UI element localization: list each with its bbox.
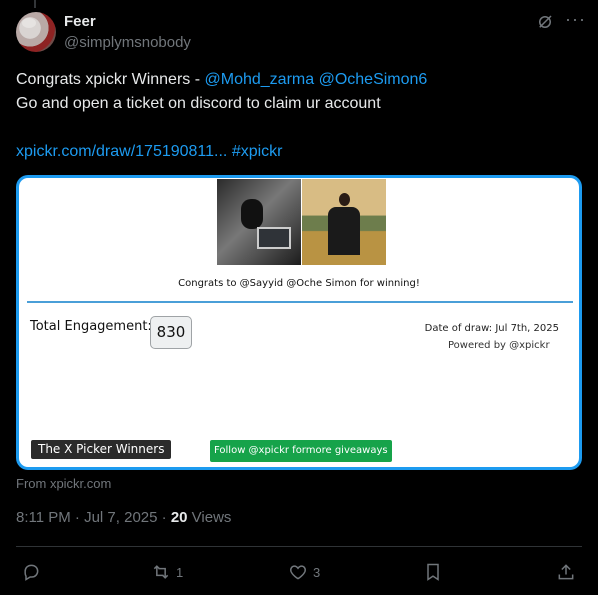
- divider: [27, 301, 573, 303]
- bookmark-button[interactable]: [423, 561, 443, 583]
- thread-line: [34, 0, 36, 8]
- follow-button: Follow @xpickr formore giveaways: [210, 440, 392, 462]
- tweet-text: Congrats xpickr Winners - @Mohd_zarma @O…: [16, 68, 576, 116]
- winner-photo: [302, 179, 386, 265]
- congrats-text: Congrats to @Sayyid @Oche Simon for winn…: [178, 278, 420, 289]
- link-card[interactable]: Congrats to @Sayyid @Oche Simon for winn…: [16, 175, 582, 470]
- tweet-text-prefix: Congrats xpickr Winners -: [16, 71, 205, 88]
- like-icon: [290, 565, 306, 580]
- like-count: 3: [313, 564, 321, 580]
- more-icon[interactable]: ···: [565, 9, 586, 30]
- retweet-button[interactable]: 1: [151, 561, 183, 583]
- reply-button[interactable]: [21, 561, 46, 583]
- mention-link[interactable]: @OcheSimon6: [319, 71, 428, 88]
- card-image[interactable]: Congrats to @Sayyid @Oche Simon for winn…: [19, 178, 579, 467]
- retweet-count: 1: [176, 564, 184, 580]
- powered-by: Powered by @xpickr: [448, 340, 550, 351]
- share-button[interactable]: [556, 561, 576, 583]
- handle[interactable]: @simplymsnobody: [64, 34, 191, 51]
- engagement-label: Total Engagement:: [30, 319, 152, 334]
- mention-link[interactable]: @Mohd_zarma: [205, 71, 315, 88]
- tweet-line-2: Go and open a ticket on discord to claim…: [16, 95, 381, 112]
- views-label: Views: [187, 509, 232, 526]
- grok-icon[interactable]: [536, 13, 554, 31]
- display-name[interactable]: Feer: [64, 13, 96, 30]
- retweet-icon: [153, 565, 169, 579]
- separator: [16, 546, 582, 547]
- tweet-links: xpickr.com/draw/175190811... #xpickr: [16, 140, 283, 164]
- avatar[interactable]: [16, 12, 56, 52]
- tweet-meta: 8:11 PM · Jul 7, 2025 · 20 Views: [16, 509, 231, 526]
- draw-date: Date of draw: Jul 7th, 2025: [424, 323, 559, 334]
- bookmark-icon: [427, 563, 439, 581]
- hashtag-link[interactable]: #xpickr: [232, 143, 283, 160]
- share-icon: [558, 564, 574, 580]
- reply-icon: [24, 564, 39, 581]
- draw-link[interactable]: xpickr.com/draw/175190811...: [16, 143, 227, 160]
- card-source[interactable]: From xpickr.com: [16, 476, 111, 491]
- like-button[interactable]: 3: [288, 561, 320, 583]
- views-count[interactable]: 20: [171, 509, 188, 526]
- timestamp[interactable]: 8:11 PM · Jul 7, 2025 ·: [16, 509, 171, 526]
- engagement-value: 830: [150, 316, 192, 349]
- winners-badge: The X Picker Winners: [31, 440, 172, 459]
- winner-photo: [217, 179, 301, 265]
